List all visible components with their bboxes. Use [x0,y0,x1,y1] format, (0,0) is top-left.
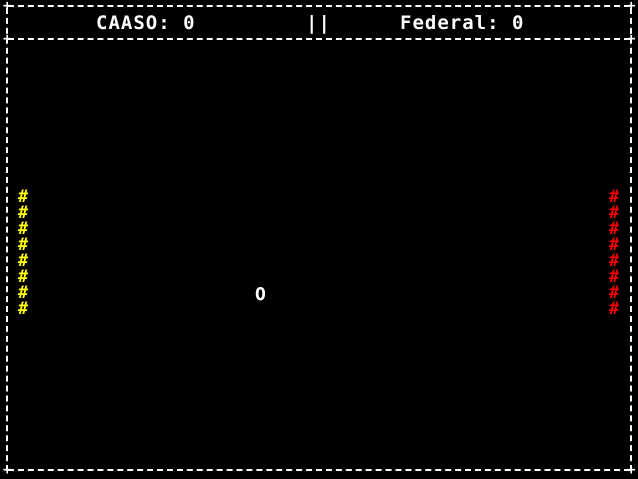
pause-indicator: || [306,12,331,34]
right-border [630,8,632,471]
left-border [6,8,8,471]
left-team-name: CAASO [96,12,159,34]
paddle-segment: # [17,299,29,319]
game-screen: + + + + + + CAASO: 0 || Federal: 0 # # # # #… [0,0,638,479]
left-paddle: # # # # # # # # [14,189,32,319]
corner-bottom-left: + [3,462,12,478]
corner-mid-right: + [627,31,636,47]
left-score-value: 0 [183,12,196,34]
right-team-name: Federal [400,12,488,34]
right-score-value: 0 [511,12,525,34]
right-paddle: # # # # # # # # [605,189,623,319]
corner-bottom-right: + [627,462,636,478]
hud-divider [8,38,630,40]
corner-top-right: + [627,0,636,14]
corner-top-left: + [3,0,12,14]
top-border [8,5,630,7]
right-team-score: Federal: 0 [400,12,525,34]
bottom-border [8,469,630,471]
ball: O [255,284,266,305]
corner-mid-left: + [3,31,12,47]
paddle-segment: # [608,299,620,319]
left-team-score: CAASO: 0 [96,12,196,34]
